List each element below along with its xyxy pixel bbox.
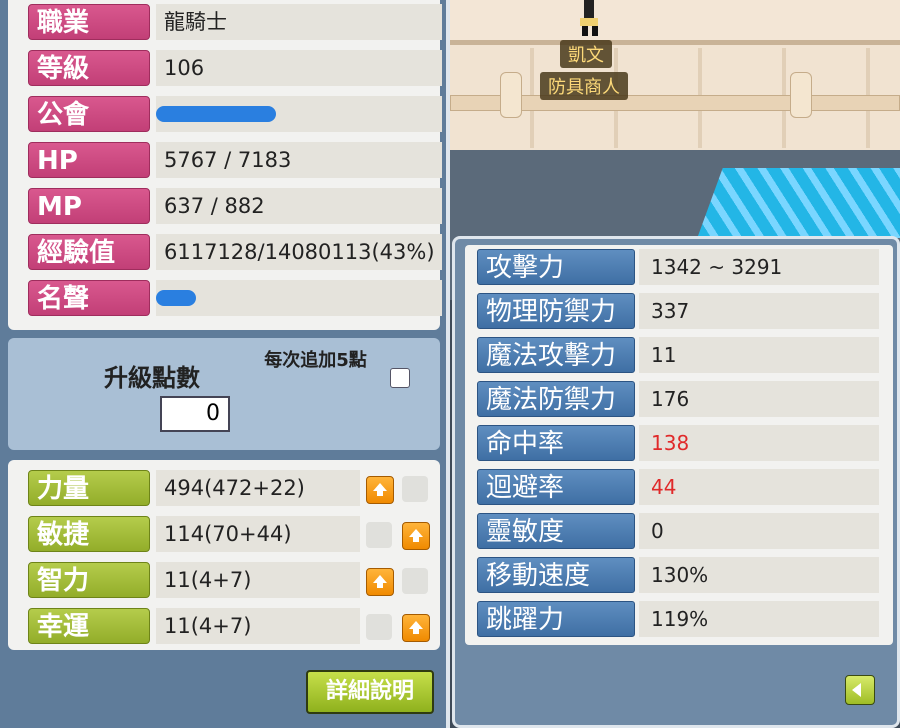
avoid-value: 44 xyxy=(639,469,879,505)
hp-label: HP xyxy=(28,142,150,178)
wall-post xyxy=(790,72,812,118)
stat-row-int: 智力 11(4+7) xyxy=(22,560,442,600)
stat-row-dex: 敏捷 114(70+44) xyxy=(22,514,442,554)
detail-row-magic-def: 魔法防禦力 176 xyxy=(471,377,887,419)
detail-row-speed: 移動速度 130% xyxy=(471,553,887,595)
wall-post xyxy=(500,72,522,118)
info-row-fame: 名聲 xyxy=(22,278,442,318)
jump-value: 119% xyxy=(639,601,879,637)
jump-label: 跳躍力 xyxy=(477,601,635,637)
detail-row-magic-atk: 魔法攻擊力 11 xyxy=(471,333,887,375)
info-row-job: 職業 龍騎士 xyxy=(22,2,442,42)
speed-value: 130% xyxy=(639,557,879,593)
redaction-scribble xyxy=(156,106,276,122)
str-value: 494(472+22) xyxy=(156,470,360,506)
npc-sprite[interactable] xyxy=(570,0,610,36)
str-label: 力量 xyxy=(28,470,150,506)
accuracy-label: 命中率 xyxy=(477,425,635,461)
int-slot xyxy=(402,568,428,594)
weapon-def-value: 337 xyxy=(639,293,879,329)
guild-value xyxy=(156,96,442,132)
job-value: 龍騎士 xyxy=(156,4,442,40)
detail-stats-box: 攻擊力 1342 ~ 3291 物理防禦力 337 魔法攻擊力 11 魔法防禦力… xyxy=(465,245,893,645)
detail-row-avoid: 迴避率 44 xyxy=(471,465,887,507)
detail-row-jump: 跳躍力 119% xyxy=(471,597,887,639)
hp-value: 5767 / 7183 xyxy=(156,142,442,178)
fame-label: 名聲 xyxy=(28,280,150,316)
stats-box: 力量 494(472+22) 敏捷 114(70+44) 智力 11(4+7) … xyxy=(8,460,440,650)
info-row-exp: 經驗值 6117128/14080113(43%) xyxy=(22,232,442,272)
dex-value: 114(70+44) xyxy=(156,516,360,552)
luk-label: 幸運 xyxy=(28,608,150,644)
redaction-scribble xyxy=(156,290,196,306)
attack-label: 攻擊力 xyxy=(477,249,635,285)
ceiling-beam xyxy=(440,40,900,45)
accuracy-value: 138 xyxy=(639,425,879,461)
dex-slot xyxy=(366,522,392,548)
magic-atk-label: 魔法攻擊力 xyxy=(477,337,635,373)
hands-value: 0 xyxy=(639,513,879,549)
int-up-button[interactable] xyxy=(366,568,394,596)
level-points-box: 升級點數 0 每次追加5點 xyxy=(8,338,440,450)
speed-label: 移動速度 xyxy=(477,557,635,593)
character-info-box: 職業 龍騎士 等級 106 公會 HP 5767 / 7183 MP 637 /… xyxy=(8,0,442,330)
detail-row-hands: 靈敏度 0 xyxy=(471,509,887,551)
int-value: 11(4+7) xyxy=(156,562,360,598)
dex-up-button[interactable] xyxy=(402,522,430,550)
guild-label: 公會 xyxy=(28,96,150,132)
level-value: 106 xyxy=(156,50,442,86)
info-row-guild: 公會 xyxy=(22,94,442,134)
detail-row-weapon-def: 物理防禦力 337 xyxy=(471,289,887,331)
info-row-hp: HP 5767 / 7183 xyxy=(22,140,442,180)
level-label: 等級 xyxy=(28,50,150,86)
avoid-label: 迴避率 xyxy=(477,469,635,505)
magic-def-label: 魔法防禦力 xyxy=(477,381,635,417)
stat-row-luk: 幸運 11(4+7) xyxy=(22,606,442,646)
info-row-level: 等級 106 xyxy=(22,48,442,88)
shop-awning xyxy=(697,168,900,238)
npc-title-tag[interactable]: 防具商人 xyxy=(540,72,628,100)
detail-row-attack: 攻擊力 1342 ~ 3291 xyxy=(471,245,887,287)
detail-row-accuracy: 命中率 138 xyxy=(471,421,887,463)
level-points-value: 0 xyxy=(160,396,230,432)
exp-value: 6117128/14080113(43%) xyxy=(156,234,442,270)
fame-value xyxy=(156,280,442,316)
info-row-mp: MP 637 / 882 xyxy=(22,186,442,226)
back-arrow-button[interactable] xyxy=(845,675,875,705)
luk-up-button[interactable] xyxy=(402,614,430,642)
stat-row-str: 力量 494(472+22) xyxy=(22,468,442,508)
npc-figure-icon xyxy=(580,0,598,36)
npc-name-tag[interactable]: 凱文 xyxy=(560,40,612,68)
int-label: 智力 xyxy=(28,562,150,598)
magic-def-value: 176 xyxy=(639,381,879,417)
detail-button[interactable]: 詳細說明 xyxy=(306,670,434,714)
dex-label: 敏捷 xyxy=(28,516,150,552)
character-info-window: 職業 龍騎士 等級 106 公會 HP 5767 / 7183 MP 637 /… xyxy=(0,0,450,728)
mp-value: 637 / 882 xyxy=(156,188,442,224)
auto-assign-label: 每次追加5點 xyxy=(264,350,367,371)
auto-assign-checkbox[interactable] xyxy=(390,368,410,388)
detail-stats-window: 攻擊力 1342 ~ 3291 物理防禦力 337 魔法攻擊力 11 魔法防禦力… xyxy=(452,236,900,728)
str-slot xyxy=(402,476,428,502)
job-label: 職業 xyxy=(28,4,150,40)
magic-atk-value: 11 xyxy=(639,337,879,373)
attack-value: 1342 ~ 3291 xyxy=(639,249,879,285)
level-points-label: 升級點數 xyxy=(104,364,200,392)
str-up-button[interactable] xyxy=(366,476,394,504)
weapon-def-label: 物理防禦力 xyxy=(477,293,635,329)
exp-label: 經驗值 xyxy=(28,234,150,270)
hands-label: 靈敏度 xyxy=(477,513,635,549)
mp-label: MP xyxy=(28,188,150,224)
luk-value: 11(4+7) xyxy=(156,608,360,644)
luk-slot xyxy=(366,614,392,640)
